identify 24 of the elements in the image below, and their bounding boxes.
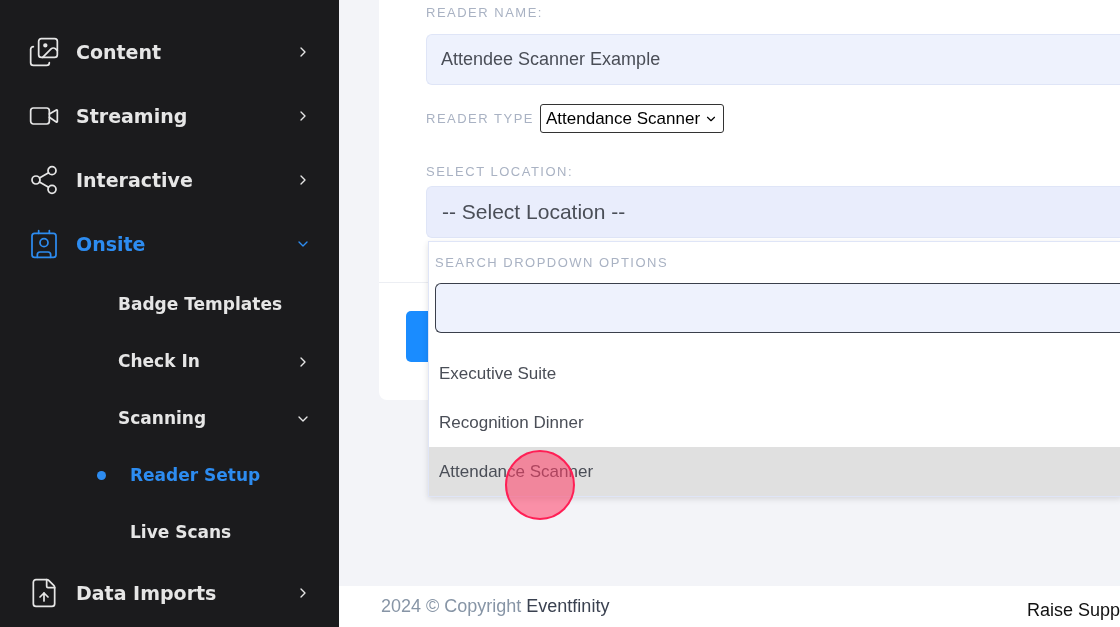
sidebar-item[interactable]: Streaming <box>0 84 339 148</box>
location-select[interactable]: -- Select Location -- <box>426 186 1120 238</box>
field-label: READER TYPE <box>426 109 534 128</box>
network-nodes-icon <box>28 164 60 196</box>
brand-link[interactable]: Eventfinity <box>526 593 610 620</box>
sidebar-subitem[interactable]: Check In <box>0 333 339 390</box>
sidebar-item[interactable]: Onsite <box>0 212 339 276</box>
field-label: SELECT LOCATION: <box>426 164 575 179</box>
copyright-text: 2024 © Copyright <box>381 595 522 618</box>
support-link[interactable]: Raise Supp <box>1026 597 1120 624</box>
id-badge-icon <box>28 228 60 260</box>
field-label: READER NAME: <box>426 5 544 20</box>
sidebar-item[interactable]: Interactive <box>0 148 339 212</box>
pictures-icon <box>28 36 60 68</box>
sidebar-subitem[interactable]: Scanning <box>0 390 339 447</box>
sidebar-subitem[interactable]: Live Scans <box>0 504 339 561</box>
sidebar-subitem[interactable]: Badge Templates <box>0 276 339 333</box>
sidebar-item[interactable]: Data Imports <box>0 561 339 625</box>
reader-type-select[interactable]: Attendance Scanner <box>540 104 725 133</box>
reader-name-input[interactable]: Attendee Scanner Example <box>426 34 1120 85</box>
dropdown-search-field[interactable] <box>435 283 1120 333</box>
sidebar-item[interactable]: Content <box>0 20 339 84</box>
dropdown-search-label: SEARCH DROPDOWN OPTIONS <box>435 255 670 270</box>
sidebar-subitem[interactable]: Reader Setup <box>0 447 339 504</box>
